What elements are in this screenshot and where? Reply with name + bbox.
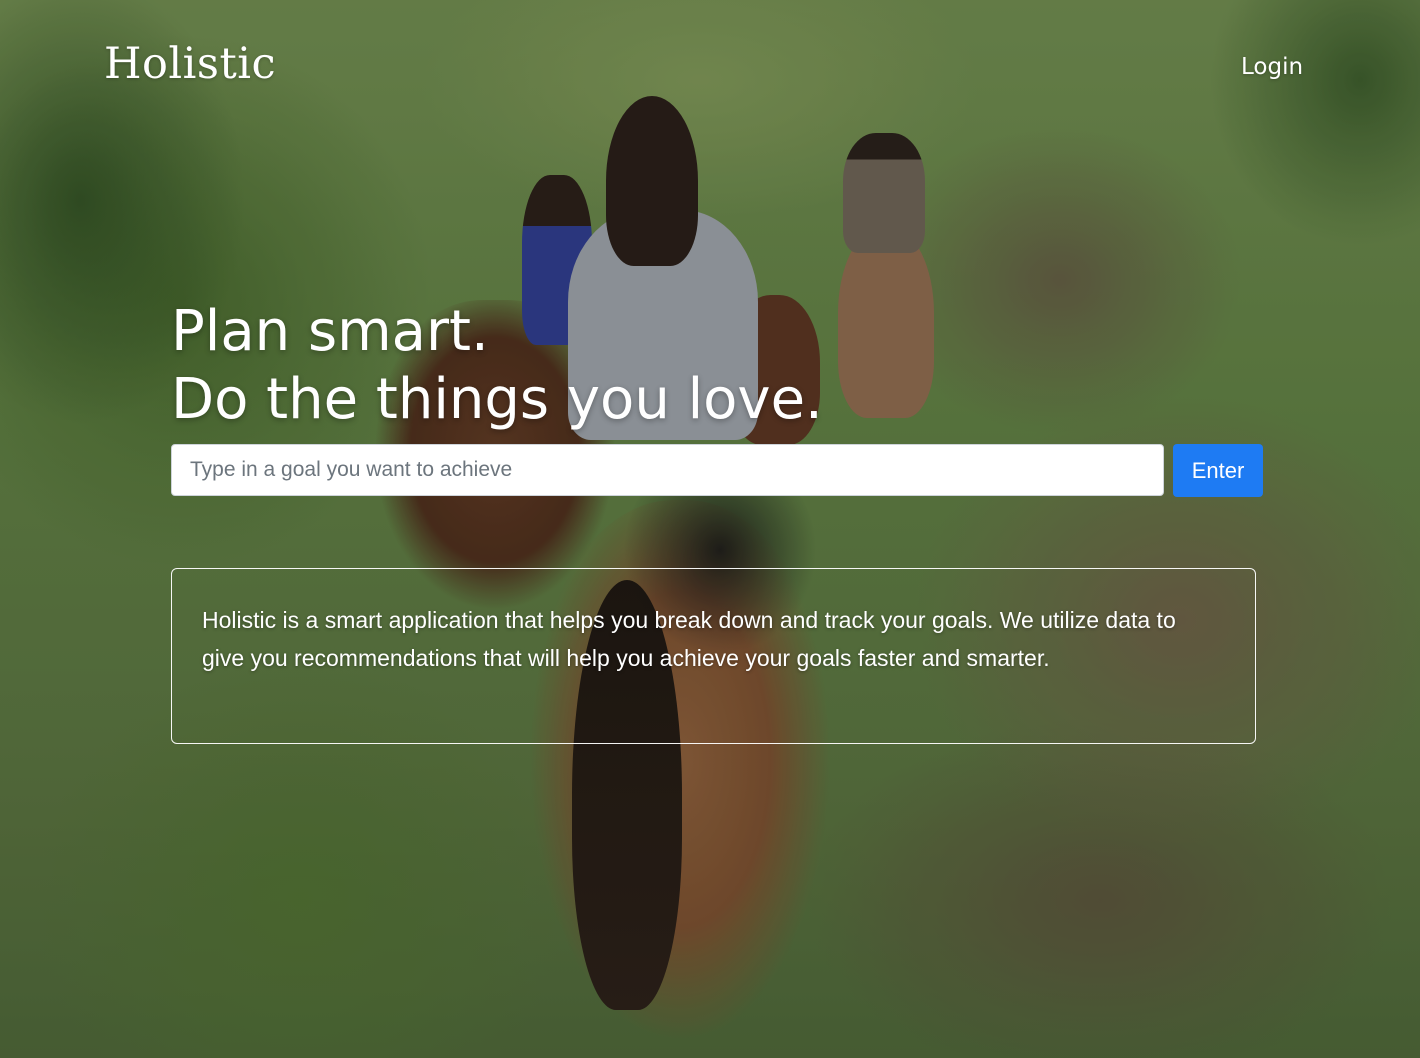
- login-link[interactable]: Login: [1241, 52, 1303, 82]
- hero-headline: Plan smart. Do the things you love.: [171, 298, 823, 434]
- headline-line-2: Do the things you love.: [171, 367, 823, 432]
- brand-logo[interactable]: Holistic: [104, 38, 276, 90]
- hero-overlay: [0, 0, 1420, 1058]
- goal-input[interactable]: [171, 444, 1164, 496]
- goal-form: Enter: [171, 444, 1263, 498]
- about-text: Holistic is a smart application that hel…: [202, 607, 1176, 671]
- navbar: Holistic Login: [0, 0, 1420, 130]
- hero-background-image: [0, 0, 1420, 1058]
- enter-button[interactable]: Enter: [1173, 444, 1263, 497]
- headline-line-1: Plan smart.: [171, 299, 489, 364]
- about-box: Holistic is a smart application that hel…: [171, 568, 1256, 744]
